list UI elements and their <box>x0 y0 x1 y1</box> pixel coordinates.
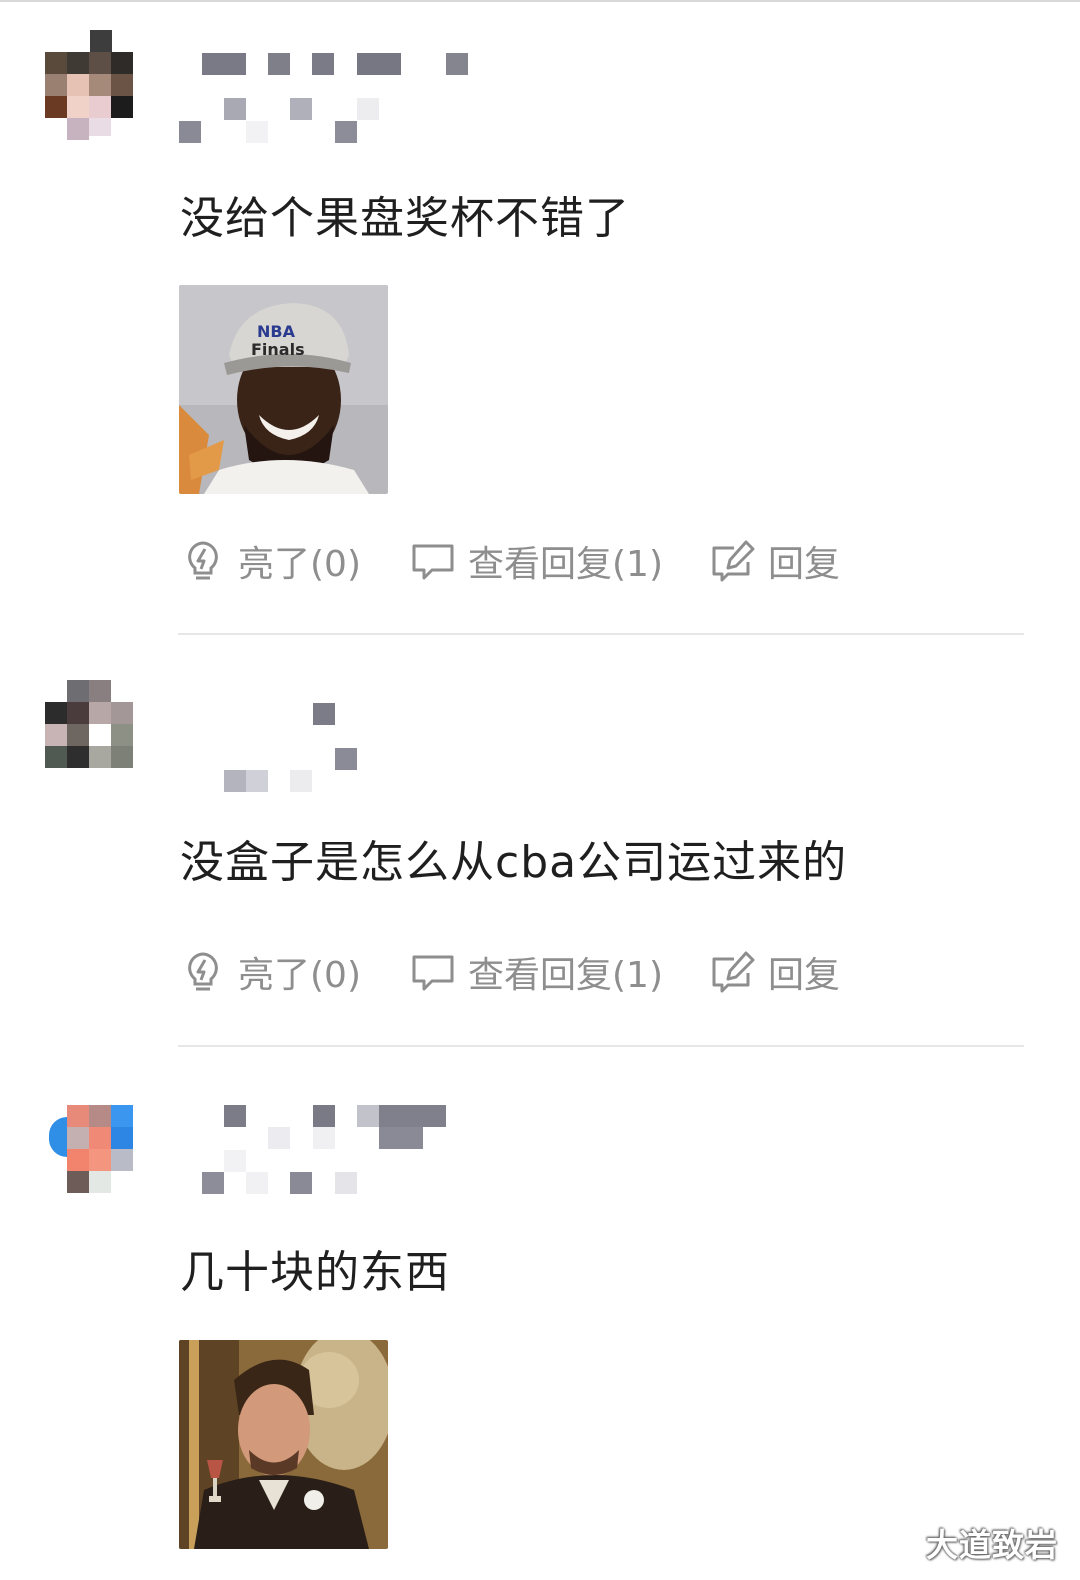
pencil-edit-icon <box>710 538 756 584</box>
comment-actions: 亮了(0) 查看回复(1) 回复 <box>180 537 1020 585</box>
avatar[interactable] <box>45 30 135 142</box>
view-replies-label: 查看回复(1) <box>468 955 663 996</box>
reply-button[interactable]: 回复 <box>710 537 840 585</box>
speech-bubble-icon <box>410 949 456 995</box>
lightbulb-icon <box>180 538 226 584</box>
comment-text: 没盒子是怎么从cba公司运过来的 <box>180 837 848 888</box>
reply-label: 回复 <box>768 544 841 585</box>
top-divider <box>0 0 1080 2</box>
svg-text:NBA: NBA <box>257 322 296 341</box>
reply-button[interactable]: 回复 <box>710 948 840 996</box>
like-button[interactable]: 亮了(0) <box>180 537 361 585</box>
comment-text: 几十块的东西 <box>180 1247 450 1298</box>
comment-text: 没给个果盘奖杯不错了 <box>180 193 630 244</box>
comment-image[interactable]: NBA Finals <box>179 285 388 494</box>
comment-divider <box>178 633 1024 635</box>
like-count-label: 亮了(0) <box>238 544 361 585</box>
speech-bubble-icon <box>410 538 456 584</box>
lightbulb-icon <box>180 949 226 995</box>
svg-text:Finals: Finals <box>251 340 305 359</box>
like-count-label: 亮了(0) <box>238 955 361 996</box>
view-replies-label: 查看回复(1) <box>468 544 663 585</box>
reply-label: 回复 <box>768 955 841 996</box>
comment-actions: 亮了(0) 查看回复(1) 回复 <box>180 948 1020 996</box>
pencil-edit-icon <box>710 949 756 995</box>
comment-divider <box>178 1045 1024 1047</box>
avatar[interactable] <box>45 1105 135 1217</box>
view-replies-button[interactable]: 查看回复(1) <box>410 948 663 996</box>
view-replies-button[interactable]: 查看回复(1) <box>410 537 663 585</box>
comment-image[interactable] <box>179 1340 388 1549</box>
avatar[interactable] <box>45 680 135 792</box>
like-button[interactable]: 亮了(0) <box>180 948 361 996</box>
watermark: 大道致岩 <box>925 1526 1058 1564</box>
